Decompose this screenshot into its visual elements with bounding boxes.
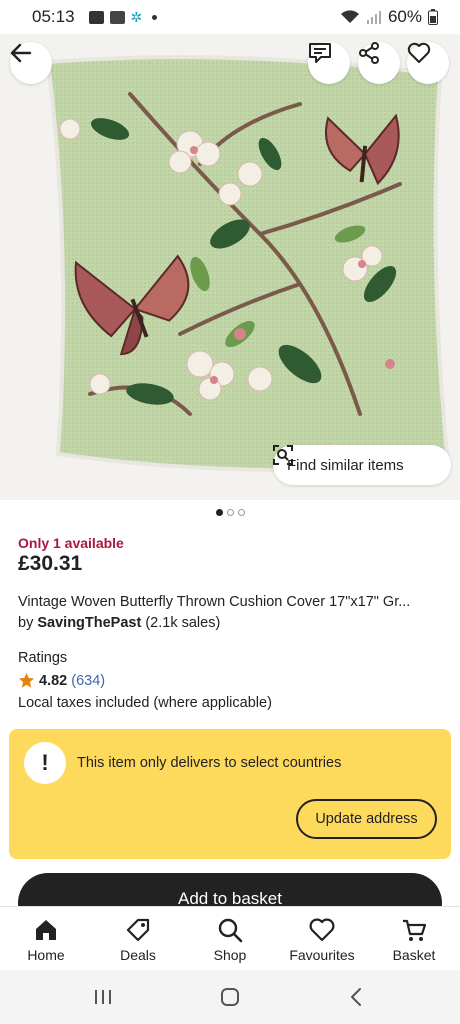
signal-icon: [366, 11, 381, 24]
delivery-notice-text: This item only delivers to select countr…: [77, 755, 342, 771]
message-icon: [309, 43, 331, 63]
nav-home[interactable]: Home: [0, 907, 92, 970]
back-button[interactable]: [10, 42, 52, 84]
rating-value: 4.82: [39, 672, 68, 689]
heart-icon: [309, 918, 335, 942]
price: £30.31: [18, 552, 83, 575]
message-seller-button[interactable]: [308, 42, 350, 84]
nav-favourites[interactable]: Favourites: [276, 907, 368, 970]
tag-icon: [126, 918, 150, 942]
recent-apps-icon[interactable]: [92, 987, 114, 1007]
listing-title: Vintage Woven Butterfly Thrown Cushion C…: [18, 594, 411, 610]
wifi-icon: [340, 10, 359, 23]
system-navigation-bar: [0, 970, 460, 1024]
alert-icon: !: [24, 742, 66, 784]
share-button[interactable]: [358, 42, 400, 84]
heart-icon: [407, 42, 431, 63]
ratings-label: Ratings: [18, 650, 68, 666]
nav-shop[interactable]: Shop: [184, 907, 276, 970]
rating-count-link[interactable]: (634): [71, 673, 105, 689]
arrow-left-icon: [10, 43, 32, 63]
share-icon: [359, 42, 379, 64]
seller-sales: (2.1k sales): [145, 615, 221, 631]
nav-basket[interactable]: Basket: [368, 907, 460, 970]
more-notifications-icon: [152, 14, 158, 20]
basket-icon: [403, 919, 427, 941]
nav-basket-label: Basket: [392, 947, 436, 963]
bottom-nav: Home Deals Shop Favourites Basket: [0, 906, 460, 970]
taxes-note: Local taxes included (where applicable): [18, 695, 272, 711]
seller-line: by SavingThePast (2.1k sales): [18, 615, 220, 631]
search-icon: [218, 918, 243, 943]
image-pager[interactable]: [0, 509, 460, 516]
battery-percent: 60%: [387, 7, 422, 26]
home-icon: [36, 920, 56, 940]
availability-text: Only 1 available: [18, 535, 124, 551]
gallery-notification-icon: [88, 10, 104, 24]
pager-dot-active[interactable]: [215, 509, 223, 516]
back-system-icon[interactable]: [346, 986, 368, 1008]
star-icon: [18, 672, 35, 688]
ratings-row[interactable]: 4.82 (634): [18, 672, 105, 689]
nav-shop-label: Shop: [213, 947, 247, 963]
cushion-image: [45, 55, 451, 473]
find-similar-label: Find similar items: [287, 456, 404, 474]
pager-dot[interactable]: [237, 509, 245, 516]
pager-dot[interactable]: [226, 509, 234, 516]
battery-icon: [428, 9, 438, 25]
seller-name-link[interactable]: SavingThePast: [37, 615, 141, 631]
nav-favourites-label: Favourites: [289, 947, 355, 963]
delivery-notice: ! This item only delivers to select coun…: [9, 729, 451, 859]
visual-search-icon: [273, 445, 293, 465]
status-bar: 05:13 ✲ 60%: [0, 0, 460, 34]
nav-deals-label: Deals: [120, 947, 156, 963]
by-prefix: by: [18, 615, 34, 631]
favourite-button[interactable]: [407, 42, 449, 84]
status-time: 05:13: [32, 7, 75, 26]
update-address-button[interactable]: Update address: [296, 799, 437, 839]
product-image-carousel[interactable]: Find similar items: [0, 34, 460, 500]
youtube-notification-icon: [109, 10, 125, 24]
find-similar-button[interactable]: Find similar items: [273, 445, 451, 485]
home-system-icon[interactable]: [219, 986, 241, 1008]
app-notification-icon: ✲: [130, 8, 143, 25]
nav-home-label: Home: [27, 947, 65, 963]
nav-deals[interactable]: Deals: [92, 907, 184, 970]
